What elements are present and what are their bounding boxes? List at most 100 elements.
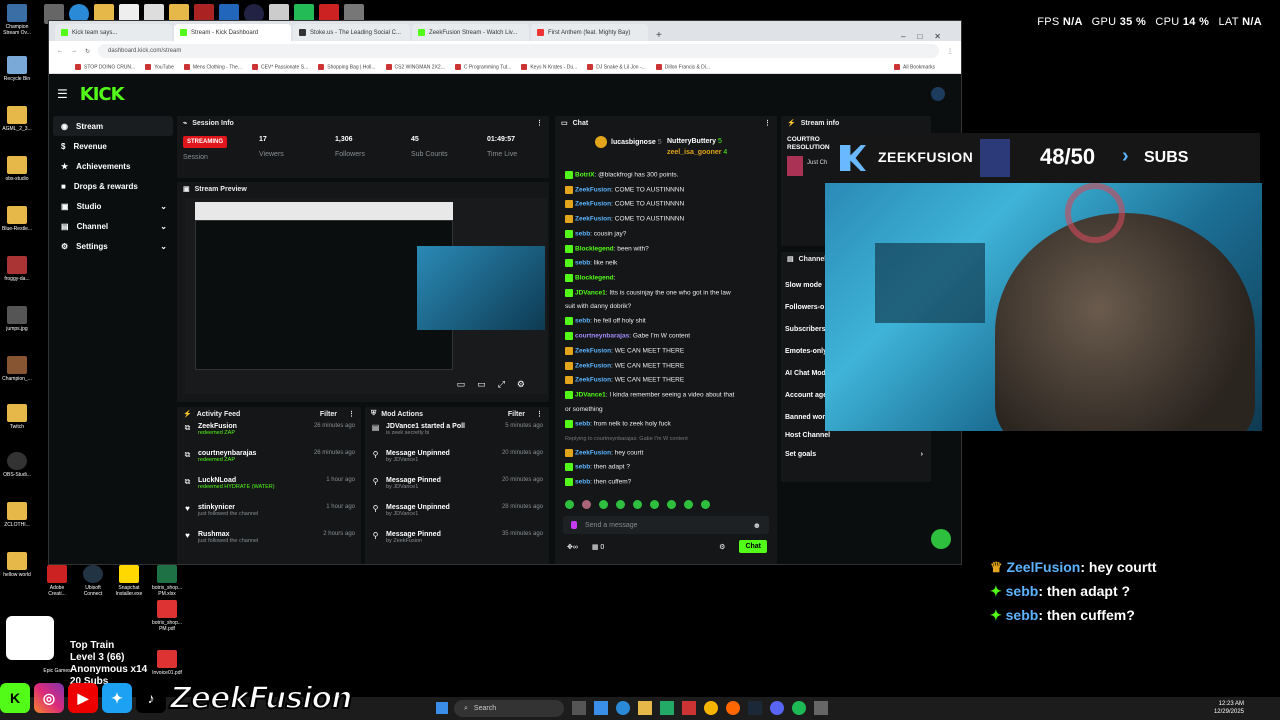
adobe-icon[interactable]: Adobe Creati... xyxy=(42,565,72,597)
chat-message[interactable]: sebb: like nelk xyxy=(555,256,777,271)
discord-icon[interactable] xyxy=(770,701,784,715)
back-icon[interactable]: ← xyxy=(57,48,63,54)
more-icon[interactable]: ⋮ xyxy=(764,119,771,127)
sidebar-item-revenue[interactable]: $ Revenue xyxy=(53,136,173,156)
image-icon[interactable]: froggy-da... xyxy=(2,256,32,282)
folder-icon[interactable]: AGML_2_3... xyxy=(2,106,32,132)
recycle-bin-icon[interactable]: Recycle Bin xyxy=(2,56,32,82)
filter-button[interactable]: Filter xyxy=(508,411,525,418)
bookmark[interactable]: STOP DOING CRUN... xyxy=(75,64,135,70)
epic-games-icon[interactable]: Epic Games xyxy=(42,668,72,674)
steam-icon[interactable] xyxy=(748,701,762,715)
gift-icon[interactable]: ▦ 0 xyxy=(592,543,604,551)
folder-icon[interactable]: obs-studio xyxy=(2,156,32,182)
firefox-icon[interactable] xyxy=(726,701,740,715)
folder-icon[interactable]: Blue-Restle... xyxy=(2,206,32,232)
bookmark[interactable]: CEV* Passionate S... xyxy=(252,64,308,70)
forward-icon[interactable]: → xyxy=(71,48,77,54)
emoji-icon[interactable]: ☻ xyxy=(753,521,761,530)
chat-message[interactable]: or something xyxy=(555,403,777,417)
chat-username[interactable]: ZeekFusion xyxy=(575,216,611,223)
chat-message[interactable]: ZeekFusion: COME TO AUSTINNNN xyxy=(555,197,777,212)
chat-message[interactable]: JDVance1: I kinda remember seeing a vide… xyxy=(555,388,777,403)
sidebar-item-channel[interactable]: ▤ Channel ⌄ xyxy=(53,216,173,236)
account-age-setting[interactable]: Account age xyxy=(785,392,827,399)
more-icon[interactable]: ⋮ xyxy=(348,410,355,418)
obs-icon[interactable]: OBS-Studi... xyxy=(2,452,32,478)
kick-logo[interactable]: KICK xyxy=(80,84,125,105)
support-button[interactable] xyxy=(931,529,951,549)
desktop-icon[interactable]: Champion Stream Ov... xyxy=(2,4,32,36)
all-bookmarks[interactable]: All Bookmarks xyxy=(894,64,935,70)
chat-username[interactable]: sebb xyxy=(575,479,590,486)
chat-message[interactable]: Blocklegend: xyxy=(555,271,777,286)
chat-username[interactable]: ZeekFusion xyxy=(575,348,611,355)
sidebar-item-studio[interactable]: ▣ Studio ⌄ xyxy=(53,196,173,216)
excel-file-icon[interactable]: botrix_shop... PM.xlsx xyxy=(152,565,182,597)
app-icon[interactable] xyxy=(682,701,696,715)
chat-username[interactable]: ZeekFusion xyxy=(575,449,611,456)
chat-message[interactable]: Blocklegend: been with? xyxy=(555,242,777,257)
emote-icon[interactable] xyxy=(701,500,710,509)
category-thumbnail[interactable] xyxy=(787,156,803,176)
spotify-icon[interactable] xyxy=(792,701,806,715)
more-icon[interactable]: ⋮ xyxy=(536,410,543,418)
sidebar-item-drops[interactable]: ■ Drops & rewards xyxy=(53,176,173,196)
emote-icon[interactable] xyxy=(565,500,574,509)
followers-only-setting[interactable]: Followers-o xyxy=(785,304,824,311)
edge-icon[interactable] xyxy=(616,701,630,715)
chat-username[interactable]: JDVance1 xyxy=(575,289,606,296)
emote-icon[interactable] xyxy=(616,500,625,509)
ai-chat-mod-setting[interactable]: AI Chat Mod xyxy=(785,370,826,377)
preview-controls[interactable]: ▭▭⤢⚙ xyxy=(457,379,537,390)
emote-icon[interactable] xyxy=(582,500,591,509)
chat-username[interactable]: JDVance1 xyxy=(575,392,606,399)
chat-username[interactable]: ZeekFusion xyxy=(575,362,611,369)
app-icon[interactable] xyxy=(594,701,608,715)
bookmark[interactable]: Shopping Bag | Holl... xyxy=(318,64,375,70)
bookmark[interactable]: Mens Clothing - The... xyxy=(184,64,242,70)
bookmark[interactable]: CS2 WINGMAN 2X2... xyxy=(386,64,445,70)
bookmark[interactable]: Dillon Francis & Di... xyxy=(656,64,710,70)
taskbar-search[interactable]: ⌕ Search xyxy=(454,700,564,717)
chat-username[interactable]: ZeekFusion xyxy=(575,377,611,384)
sidebar-item-settings[interactable]: ⚙ Settings ⌄ xyxy=(53,236,173,256)
chat-message[interactable]: Replying to courtneynbarajas: Gabe I'm W… xyxy=(555,432,777,446)
chat-username[interactable]: sebb xyxy=(575,464,590,471)
more-icon[interactable]: ⋮ xyxy=(536,119,543,127)
chat-username[interactable]: sebb xyxy=(575,421,590,428)
browser-tab-active[interactable]: Stream - Kick Dashboard xyxy=(174,24,291,41)
chrome-icon[interactable] xyxy=(704,701,718,715)
filter-button[interactable]: Filter xyxy=(320,411,337,418)
folder-icon[interactable]: hellow world xyxy=(2,552,32,578)
chat-input[interactable]: Send a message ☻ xyxy=(563,516,769,534)
windows-start-icon[interactable] xyxy=(436,702,448,714)
pdf-file-icon[interactable]: Invoice01.pdf xyxy=(152,650,182,676)
folder-icon[interactable] xyxy=(638,701,652,715)
send-chat-button[interactable]: Chat xyxy=(739,540,767,553)
preview-video[interactable]: ▭▭⤢⚙ xyxy=(185,198,547,394)
bookmark[interactable]: YouTube xyxy=(145,64,174,70)
browser-tab[interactable]: Kick team says... xyxy=(55,24,172,41)
chat-message[interactable]: BotriX: @blackfrogi has 300 points. xyxy=(555,168,777,183)
chat-username[interactable]: Blocklegend xyxy=(575,245,614,252)
chat-message[interactable]: sebb: he fell off holy shit xyxy=(555,314,777,329)
chat-username[interactable]: Blocklegend xyxy=(575,275,614,282)
sidebar-item-achievements[interactable]: ★ Achievements xyxy=(53,156,173,176)
chat-message[interactable]: ZeekFusion: WE CAN MEET THERE xyxy=(555,344,777,359)
chat-message[interactable]: sebb: from nelk to zeek holy fuck xyxy=(555,417,777,432)
chat-message[interactable]: sebb: then cuffem? xyxy=(555,475,777,490)
bookmark[interactable]: Keys N Krates - Du... xyxy=(521,64,577,70)
set-goals-setting[interactable]: Set goals › xyxy=(785,451,923,458)
emote-icon[interactable] xyxy=(633,500,642,509)
image-icon[interactable]: jumps.jpg xyxy=(2,306,32,332)
emote-icon[interactable] xyxy=(599,500,608,509)
chat-message[interactable]: suit with danny dobrik? xyxy=(555,300,777,314)
host-channel-setting[interactable]: Host Channel xyxy=(785,432,830,439)
chat-message[interactable]: sebb: then adapt ? xyxy=(555,460,777,475)
folder-icon[interactable]: ZCLOTHI... xyxy=(2,502,32,528)
extensions-icon[interactable]: ⋮ xyxy=(947,48,953,55)
url-input[interactable]: dashboard.kick.com/stream xyxy=(98,44,939,58)
chat-message[interactable]: ZeekFusion: hey courtt xyxy=(555,446,777,461)
menu-icon[interactable]: ☰ xyxy=(57,87,68,101)
